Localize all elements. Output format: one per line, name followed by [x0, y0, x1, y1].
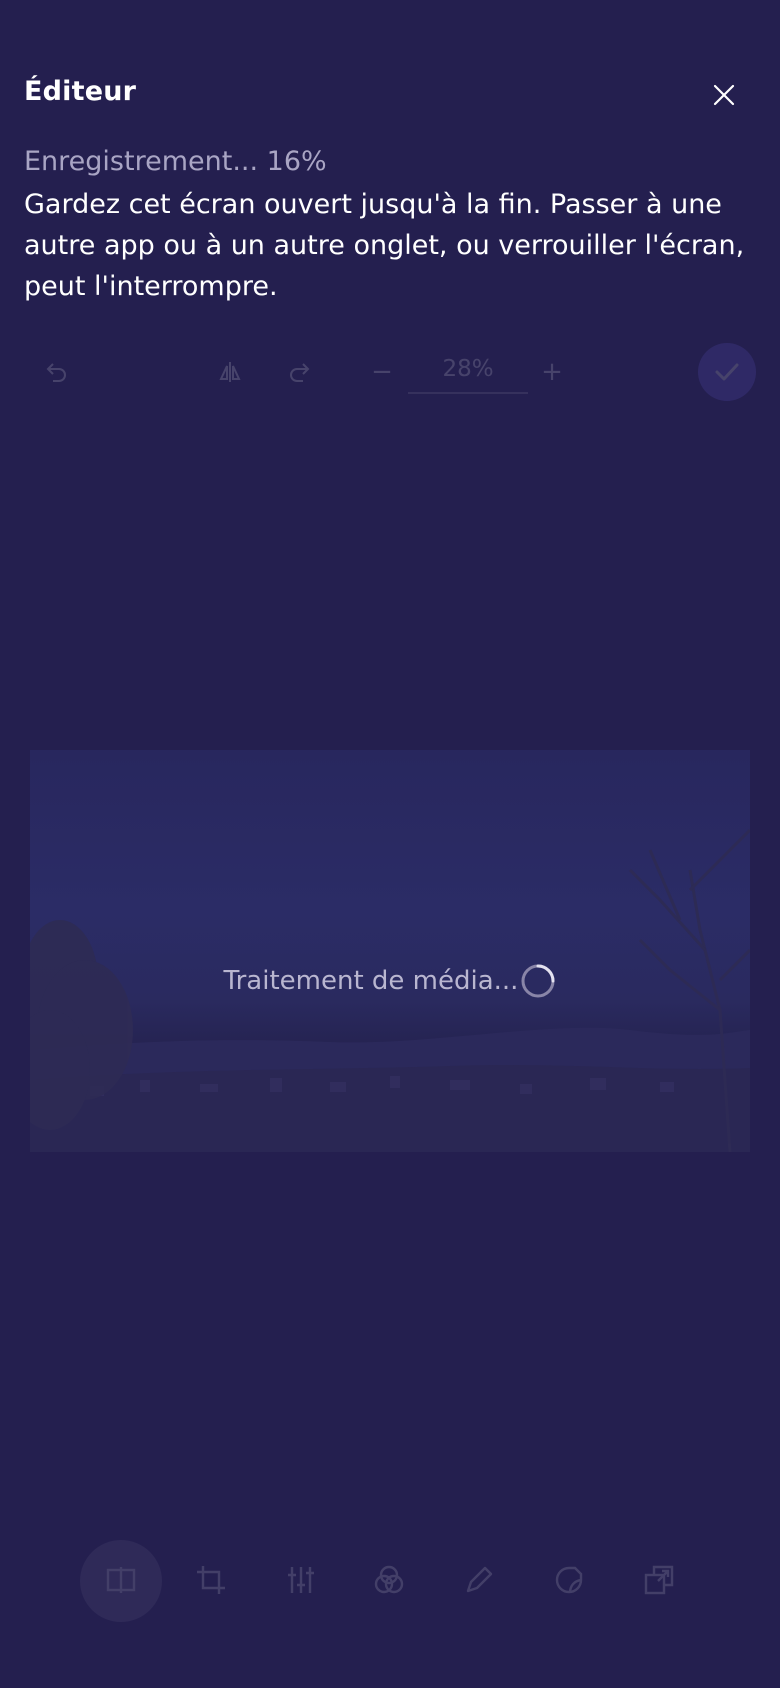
- canvas-tool[interactable]: [97, 1556, 145, 1604]
- export-status: Enregistrement... 16%: [24, 146, 327, 177]
- sticker-tool[interactable]: [545, 1556, 593, 1604]
- processing-indicator: Traitement de média...: [0, 956, 780, 1006]
- close-button[interactable]: [702, 78, 746, 112]
- page-title: Éditeur: [24, 76, 137, 107]
- sticker-icon: [555, 1566, 583, 1594]
- canvas-icon: [106, 1567, 136, 1593]
- check-icon: [715, 363, 739, 381]
- sliders-icon: [288, 1567, 314, 1593]
- spinner-icon: [521, 964, 555, 998]
- draw-tool[interactable]: [455, 1556, 503, 1604]
- confirm-button[interactable]: [698, 343, 756, 401]
- processing-label: Traitement de média...: [223, 966, 519, 996]
- landscape-image: [30, 828, 750, 1152]
- media-preview: [30, 750, 750, 1152]
- export-message: Gardez cet écran ouvert jusqu'à la fin. …: [24, 189, 745, 302]
- undo-icon[interactable]: [38, 354, 74, 390]
- crop-tool[interactable]: [187, 1556, 235, 1604]
- filter-icon: [374, 1565, 404, 1594]
- close-icon: [713, 84, 735, 106]
- zoom-out-button[interactable]: −: [364, 354, 400, 390]
- overlay-tool[interactable]: [635, 1556, 683, 1604]
- zoom-in-button[interactable]: +: [534, 354, 570, 390]
- redo-icon[interactable]: [282, 354, 318, 390]
- adjust-tool[interactable]: [277, 1556, 325, 1604]
- pencil-icon: [466, 1566, 493, 1593]
- zoom-value[interactable]: 28%: [408, 356, 528, 394]
- editor-screen: Éditeur Enregistrement... 16% Gardez cet…: [0, 0, 780, 1688]
- bottom-toolbar: [0, 1540, 780, 1622]
- filter-tool[interactable]: [365, 1556, 413, 1604]
- editor-toolbar: − 28% +: [0, 340, 780, 404]
- overlay-icon: [644, 1565, 674, 1595]
- flip-icon[interactable]: [212, 354, 248, 390]
- crop-icon: [197, 1566, 225, 1594]
